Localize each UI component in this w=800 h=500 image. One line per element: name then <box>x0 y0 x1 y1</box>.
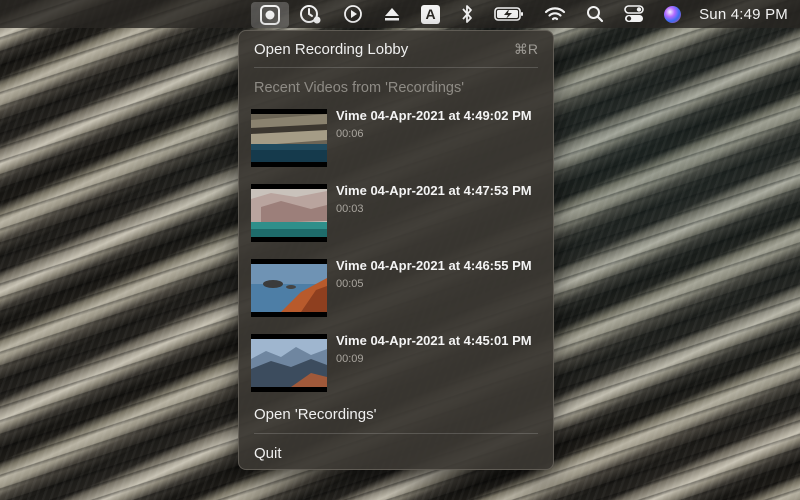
quit-item[interactable]: Quit <box>254 442 538 464</box>
video-duration: 00:03 <box>336 203 364 215</box>
video-duration: 00:09 <box>336 353 364 365</box>
vime-status-icon[interactable] <box>289 0 333 28</box>
recent-videos-header: Recent Videos from 'Recordings' <box>254 77 538 99</box>
open-recording-lobby-item[interactable]: Open Recording Lobby ⌘R <box>254 38 538 60</box>
wifi-icon[interactable] <box>534 0 576 28</box>
menubar-clock[interactable]: Sun 4:49 PM <box>691 0 800 28</box>
recent-video-item[interactable]: Vime 04-Apr-2021 at 4:47:53 PM 00:03 <box>251 183 541 242</box>
input-source-letter: A <box>421 4 441 24</box>
open-recording-lobby-label: Open Recording Lobby <box>254 40 409 58</box>
video-duration: 00:05 <box>336 278 364 290</box>
play-circle-icon[interactable] <box>333 0 373 28</box>
recent-video-item[interactable]: Vime 04-Apr-2021 at 4:45:01 PM 00:09 <box>251 333 541 392</box>
open-recording-lobby-shortcut: ⌘R <box>513 40 538 57</box>
quit-label: Quit <box>254 444 282 462</box>
input-source-icon[interactable]: A <box>411 0 450 28</box>
video-title: Vime 04-Apr-2021 at 4:46:55 PM <box>336 258 532 273</box>
screen-record-icon[interactable] <box>251 1 290 28</box>
video-thumbnail <box>251 334 327 392</box>
video-title: Vime 04-Apr-2021 at 4:49:02 PM <box>336 108 532 123</box>
recent-video-item[interactable]: Vime 04-Apr-2021 at 4:49:02 PM 00:06 <box>251 108 541 167</box>
recent-videos-header-label: Recent Videos from 'Recordings' <box>254 80 464 96</box>
menu-bar: A Sun 4:49 PM <box>0 0 800 28</box>
search-icon[interactable] <box>576 0 614 28</box>
video-title: Vime 04-Apr-2021 at 4:45:01 PM <box>336 333 532 348</box>
open-recordings-folder-item[interactable]: Open 'Recordings' <box>254 403 538 425</box>
menu-separator <box>254 67 538 68</box>
video-thumbnail <box>251 109 327 167</box>
control-center-icon[interactable] <box>614 0 654 28</box>
bluetooth-icon[interactable] <box>450 0 484 28</box>
siri-icon[interactable] <box>654 0 691 28</box>
recent-video-item[interactable]: Vime 04-Apr-2021 at 4:46:55 PM 00:05 <box>251 258 541 317</box>
video-duration: 00:06 <box>336 128 364 140</box>
video-thumbnail <box>251 184 327 242</box>
open-recordings-folder-label: Open 'Recordings' <box>254 405 377 423</box>
video-thumbnail <box>251 259 327 317</box>
menu-separator <box>254 433 538 434</box>
eject-icon[interactable] <box>373 0 411 28</box>
battery-charging-icon[interactable] <box>484 0 534 28</box>
recording-menu: Open Recording Lobby ⌘R Recent Videos fr… <box>238 30 554 470</box>
video-title: Vime 04-Apr-2021 at 4:47:53 PM <box>336 183 532 198</box>
